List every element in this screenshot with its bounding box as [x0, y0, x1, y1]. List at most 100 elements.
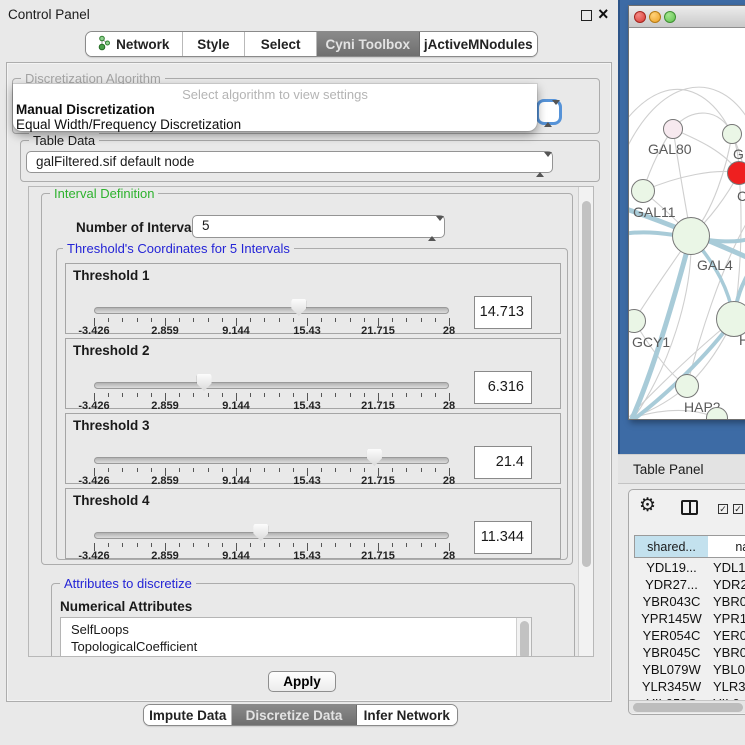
zoom-light-icon[interactable]: [664, 11, 676, 23]
threshold-value-field[interactable]: 21.4: [474, 446, 532, 479]
tick-label: 2.859: [151, 475, 179, 487]
list-scrollbar[interactable]: [516, 618, 531, 657]
split-column-icon[interactable]: [681, 500, 698, 515]
tick-mark: [122, 393, 123, 397]
tick-mark: [421, 318, 422, 322]
tick-mark: [421, 468, 422, 472]
network-node[interactable]: [672, 217, 710, 255]
cell-name: YER0: [713, 628, 745, 643]
tick-mark: [279, 393, 280, 397]
dropdown-option[interactable]: Equal Width/Frequency Discretization: [13, 117, 537, 132]
tick-mark: [151, 393, 152, 397]
network-node-label: GAL80: [648, 141, 692, 157]
table-row[interactable]: YBL079WYBL0: [629, 662, 745, 679]
network-window-titlebar[interactable]: [629, 6, 745, 28]
tick-label: 15.43: [293, 475, 321, 487]
slider-track[interactable]: [94, 532, 449, 539]
tick-mark: [264, 468, 265, 472]
table-row[interactable]: YBR043CYBR0: [629, 594, 745, 611]
table-horizontal-scrollbar[interactable]: [629, 700, 745, 713]
tick-label: -3.426: [78, 325, 109, 337]
network-node[interactable]: [727, 161, 745, 185]
numerical-attributes-label: Numerical Attributes: [60, 599, 192, 614]
threshold-row: Threshold 3-3.4262.8599.14415.4321.71528…: [65, 413, 561, 484]
close-light-icon[interactable]: [634, 11, 646, 23]
combo-stepper-icon: [536, 155, 545, 175]
slider-track[interactable]: [94, 457, 449, 464]
tick-mark: [250, 318, 251, 322]
table-row[interactable]: YER054C YER0: [629, 628, 745, 645]
checkbox-icon[interactable]: ✓: [733, 504, 743, 514]
attribute-list-item[interactable]: BetweennessCentrality: [61, 655, 531, 657]
number-of-intervals-spinner[interactable]: 5: [192, 215, 445, 238]
tab-discretize-data[interactable]: Discretize Data: [232, 705, 356, 725]
tab-style[interactable]: Style: [183, 32, 246, 56]
tick-label: 9.144: [222, 325, 250, 337]
tab-select[interactable]: Select: [245, 32, 317, 56]
tick-mark: [222, 318, 223, 322]
network-node[interactable]: [663, 119, 683, 139]
threshold-title: Threshold 4: [73, 493, 150, 508]
tick-mark: [435, 393, 436, 397]
attribute-list-item[interactable]: SelfLoops: [61, 621, 531, 638]
gear-icon[interactable]: ⚙: [639, 494, 656, 517]
spinner-stepper-icon: [428, 219, 437, 239]
cell-shared-name: YER054C: [634, 628, 709, 643]
tick-mark: [321, 468, 322, 472]
table-row[interactable]: YDR27...YDR2: [629, 577, 745, 594]
network-node[interactable]: [631, 179, 655, 203]
threshold-value-field[interactable]: 11.344: [474, 521, 532, 554]
tab-label: Discretize Data: [246, 708, 343, 723]
dropdown-option[interactable]: Manual Discretization: [13, 102, 537, 117]
tab-impute-data[interactable]: Impute Data: [144, 705, 232, 725]
table-data-combobox[interactable]: galFiltered.sif default node: [26, 151, 553, 173]
threshold-value-field[interactable]: 14.713: [474, 296, 532, 329]
tick-label: 21.715: [361, 550, 395, 562]
network-canvas[interactable]: GAL80GCGAL11GAL4GCY1HHAP2: [629, 28, 745, 419]
tick-label: 28: [443, 550, 455, 562]
numerical-attributes-list[interactable]: SelfLoopsTopologicalCoefficientBetweenne…: [60, 617, 532, 657]
tick-mark: [364, 318, 365, 322]
settings-scrollbar[interactable]: [578, 187, 594, 657]
tick-mark: [335, 543, 336, 547]
tick-mark: [392, 318, 393, 322]
tick-mark: [421, 393, 422, 397]
tab-infer-network[interactable]: Infer Network: [357, 705, 457, 725]
table-row[interactable]: YPR145WYPR1: [629, 611, 745, 628]
table-row[interactable]: YBR045CYBR0: [629, 645, 745, 662]
tab-network[interactable]: Network: [86, 32, 183, 56]
float-window-icon[interactable]: [581, 10, 592, 21]
minimize-light-icon[interactable]: [649, 11, 661, 23]
cell-shared-name: YBR045C: [634, 645, 709, 660]
checkbox-icon[interactable]: ✓: [718, 504, 728, 514]
tick-mark: [264, 318, 265, 322]
threshold-value-field[interactable]: 6.316: [474, 371, 532, 404]
algorithm-combobox[interactable]: [536, 99, 562, 125]
table-column-header-name[interactable]: na...: [708, 535, 745, 558]
tick-mark: [179, 468, 180, 472]
tab-label: Cyni Toolbox: [326, 37, 411, 52]
network-node-label: GAL11: [633, 204, 676, 220]
attribute-list-item[interactable]: TopologicalCoefficient: [61, 638, 531, 655]
tab-jactivemnodules[interactable]: jActiveMNodules: [420, 32, 537, 56]
cell-shared-name: YDL19...: [634, 560, 709, 575]
close-icon[interactable]: ×: [598, 3, 609, 25]
tick-label: 28: [443, 475, 455, 487]
tick-mark: [293, 393, 294, 397]
tick-mark: [137, 393, 138, 397]
slider-track[interactable]: [94, 382, 449, 389]
threshold-row: Threshold 1-3.4262.8599.14415.4321.71528…: [65, 263, 561, 334]
tab-cyni-toolbox[interactable]: Cyni Toolbox: [317, 32, 420, 56]
network-node[interactable]: [722, 124, 742, 144]
cell-name: YDL1: [713, 560, 745, 575]
tick-mark: [208, 393, 209, 397]
tick-label: 9.144: [222, 400, 250, 412]
network-node[interactable]: [675, 374, 699, 398]
apply-button[interactable]: Apply: [268, 671, 336, 692]
table-panel: ⚙ ✓ ✓ shared... na... YDL19... YDL1 YDR27.…: [628, 489, 745, 715]
tick-mark: [364, 468, 365, 472]
slider-track[interactable]: [94, 307, 449, 314]
table-row[interactable]: YDL19... YDL1: [629, 560, 745, 577]
table-column-header-shared[interactable]: shared...: [634, 535, 709, 558]
table-row[interactable]: YLR345WYLR3: [629, 679, 745, 696]
